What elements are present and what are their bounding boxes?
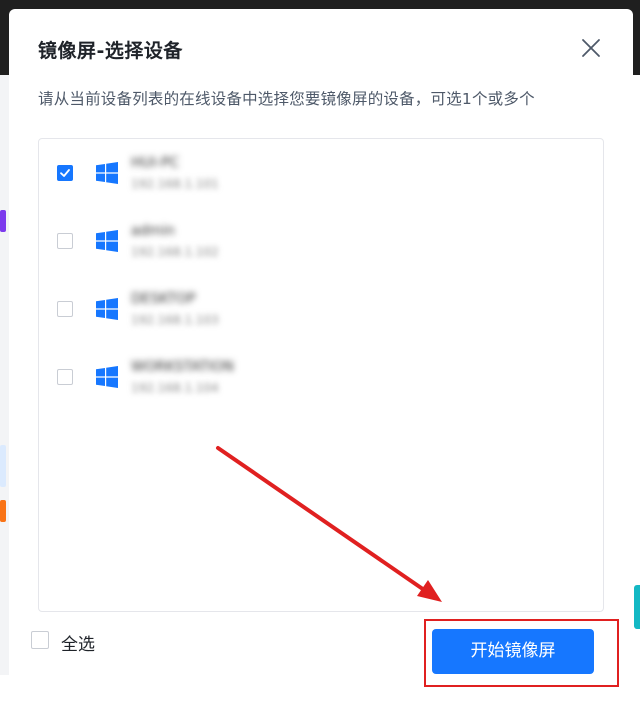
dialog-subtitle: 请从当前设备列表的在线设备中选择您要镜像屏的设备，可选1个或多个 bbox=[38, 90, 535, 108]
device-list: HUI-PC 192.168.1.101 admin 192.168.1.102… bbox=[38, 138, 604, 612]
device-row[interactable]: HUI-PC 192.168.1.101 bbox=[39, 149, 603, 197]
background-blue-mark bbox=[0, 445, 6, 487]
background-purple-mark bbox=[0, 210, 6, 232]
device-ip: 192.168.1.104 bbox=[131, 381, 219, 395]
windows-icon bbox=[96, 366, 118, 388]
device-ip: 192.168.1.101 bbox=[131, 177, 219, 191]
device-name: WORKSTATION bbox=[131, 359, 234, 375]
device-name: DESKTOP bbox=[131, 291, 196, 307]
device-row[interactable]: DESKTOP 192.168.1.103 bbox=[39, 285, 603, 333]
mirror-screen-dialog: 镜像屏-选择设备 请从当前设备列表的在线设备中选择您要镜像屏的设备，可选1个或多… bbox=[9, 9, 633, 715]
windows-icon bbox=[96, 230, 118, 252]
device-ip: 192.168.1.102 bbox=[131, 245, 219, 259]
device-row[interactable]: admin 192.168.1.102 bbox=[39, 217, 603, 265]
device-checkbox[interactable] bbox=[57, 165, 73, 181]
dialog-title: 镜像屏-选择设备 bbox=[38, 40, 183, 62]
select-all-label: 全选 bbox=[61, 635, 95, 655]
windows-icon bbox=[96, 298, 118, 320]
device-name: admin bbox=[131, 223, 175, 239]
background-teal-tab bbox=[634, 585, 640, 629]
device-row[interactable]: WORKSTATION 192.168.1.104 bbox=[39, 353, 603, 401]
background-orange-mark bbox=[0, 500, 6, 522]
select-all-checkbox[interactable] bbox=[31, 631, 49, 649]
device-name: HUI-PC bbox=[131, 155, 180, 171]
check-icon bbox=[60, 169, 70, 177]
device-ip: 192.168.1.103 bbox=[131, 313, 219, 327]
device-checkbox[interactable] bbox=[57, 233, 73, 249]
device-checkbox[interactable] bbox=[57, 369, 73, 385]
windows-icon bbox=[96, 162, 118, 184]
device-checkbox[interactable] bbox=[57, 301, 73, 317]
close-button[interactable] bbox=[579, 36, 603, 60]
close-icon bbox=[582, 39, 600, 57]
annotation-highlight-box bbox=[424, 619, 619, 687]
